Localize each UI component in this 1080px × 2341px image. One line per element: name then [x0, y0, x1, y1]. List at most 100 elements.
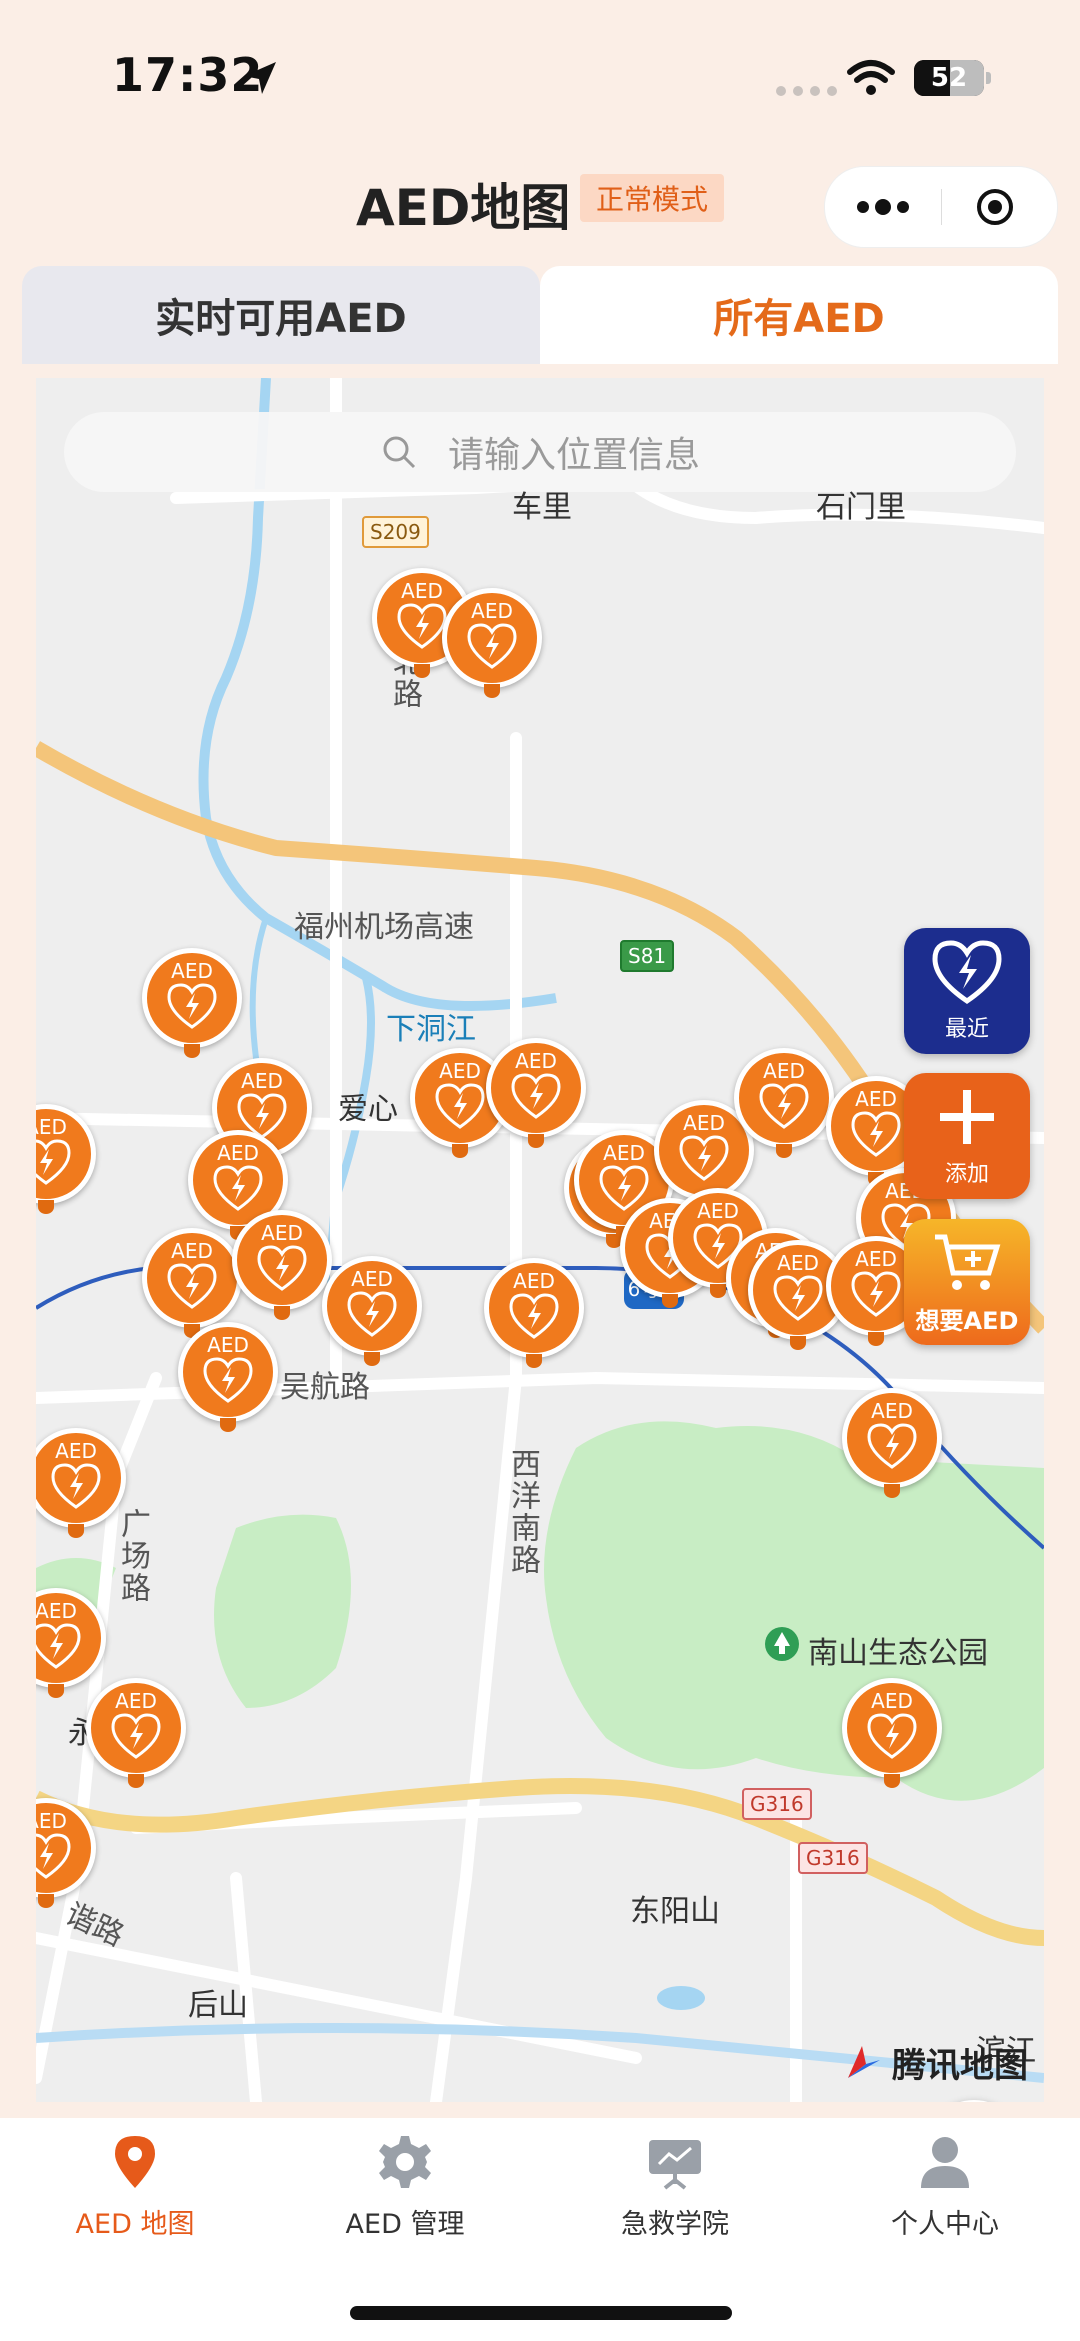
aed-pin[interactable]: AED: [484, 1258, 584, 1374]
plus-icon: [940, 1090, 994, 1144]
aed-pin[interactable]: AED: [36, 1798, 96, 1914]
aed-pin-label: AED: [55, 1439, 97, 1463]
aed-pin-label: AED: [171, 959, 213, 983]
heart-aed-icon: [932, 940, 1002, 1005]
aed-pin-label: AED: [513, 1269, 555, 1293]
want-aed-button[interactable]: 想要AED: [904, 1219, 1030, 1345]
aed-heart-icon: [467, 623, 517, 669]
signal-dots-icon: [776, 86, 837, 96]
nearest-label: 最近: [944, 1017, 989, 1042]
logo-text: 腾讯地图: [892, 2046, 1028, 2086]
aed-heart-icon: [435, 1083, 485, 1129]
map-label: 石门里: [816, 490, 906, 525]
aed-heart-icon: [851, 1111, 901, 1157]
aed-heart-icon: [511, 1073, 561, 1119]
aed-pin-label: AED: [515, 1049, 557, 1073]
aed-pin-label: AED: [261, 1221, 303, 1245]
aed-pin[interactable]: AED: [178, 1322, 278, 1438]
aed-pin-label: AED: [439, 1059, 481, 1083]
road-shield: S209: [362, 516, 429, 548]
aed-heart-icon: [203, 1357, 253, 1403]
aed-heart-icon: [257, 1245, 307, 1291]
aed-pin-label: AED: [763, 1059, 805, 1083]
aed-heart-icon: [36, 1833, 71, 1879]
aed-heart-icon: [773, 1275, 823, 1321]
map-label: 下洞江: [386, 1012, 476, 1047]
aed-pin-label: AED: [207, 1333, 249, 1357]
aed-heart-icon: [851, 1271, 901, 1317]
aed-pin-label: AED: [36, 1115, 67, 1139]
aed-pin-label: AED: [241, 1069, 283, 1093]
tab-label: 个人中心: [891, 2209, 999, 2240]
more-icon[interactable]: [855, 197, 911, 217]
aed-pin-label: AED: [401, 579, 443, 603]
aed-heart-icon: [51, 1463, 101, 1509]
tencent-map-logo: 腾讯地图: [842, 2038, 1028, 2087]
search-placeholder: 请输入位置信息: [447, 435, 700, 476]
location-arrow-icon: [244, 62, 276, 94]
search-icon: [383, 436, 416, 469]
presentation-icon: [649, 2140, 701, 2190]
wifi-icon: [847, 60, 895, 95]
tab-aed-map[interactable]: AED 地图: [0, 2132, 270, 2241]
aed-pin-label: AED: [777, 1251, 819, 1275]
tab-aed-manage[interactable]: AED 管理: [270, 2132, 540, 2241]
gear-icon: [379, 2136, 431, 2188]
aed-pin-label: AED: [855, 1247, 897, 1271]
tab-personal-center[interactable]: 个人中心: [810, 2132, 1080, 2241]
aed-pin[interactable]: AED: [842, 1388, 942, 1504]
aed-heart-icon: [397, 603, 447, 649]
mode-badge: 正常模式: [580, 174, 725, 222]
aed-pin[interactable]: AED: [36, 1104, 96, 1220]
page-title: AED地图: [356, 179, 571, 237]
aed-pin-label: AED: [171, 1239, 213, 1263]
aed-pin-label: AED: [871, 1399, 913, 1423]
add-label: 添加: [944, 1162, 989, 1187]
aed-heart-icon: [867, 1713, 917, 1759]
map-pin-icon: [115, 2136, 155, 2188]
aed-pin[interactable]: AED: [734, 1048, 834, 1164]
aed-pin-label: AED: [36, 1809, 67, 1833]
aed-heart-icon: [213, 1165, 263, 1211]
aed-heart-icon: [36, 1623, 81, 1669]
aed-pin[interactable]: AED: [232, 1210, 332, 1326]
aed-pin[interactable]: AED: [486, 1038, 586, 1154]
tab-live-aed[interactable]: 实时可用AED: [22, 266, 540, 364]
map-label: 车里: [512, 490, 572, 525]
aed-pin[interactable]: AED: [86, 1678, 186, 1794]
aed-heart-icon: [867, 1423, 917, 1469]
tab-first-aid-academy[interactable]: 急救学院: [540, 2132, 810, 2241]
map-label: 后山: [188, 1988, 248, 2023]
aed-pin[interactable]: AED: [142, 948, 242, 1064]
aed-pin[interactable]: AED: [442, 588, 542, 704]
road-shield: G316: [798, 1842, 868, 1874]
nearest-aed-button[interactable]: 最近: [904, 928, 1030, 1054]
aed-pin[interactable]: AED: [322, 1256, 422, 1372]
aed-pin-label: AED: [603, 1141, 645, 1165]
aed-heart-icon: [167, 1263, 217, 1309]
aed-pin-label: AED: [351, 1267, 393, 1291]
map-label: 西洋南路: [505, 1448, 540, 1576]
map-compass-icon: [848, 2045, 880, 2078]
aed-heart-icon: [36, 1139, 71, 1185]
road-shield: G316: [742, 1788, 812, 1820]
close-target-icon[interactable]: [975, 187, 1015, 227]
person-icon: [921, 2137, 969, 2188]
aed-pin-label: AED: [115, 1689, 157, 1713]
aed-heart-icon: [347, 1291, 397, 1337]
tab-label: 急救学院: [621, 2209, 729, 2240]
tab-all-aed[interactable]: 所有AED: [540, 266, 1058, 364]
aed-pin[interactable]: AED: [842, 1678, 942, 1794]
miniprogram-capsule: [824, 166, 1058, 248]
aed-heart-icon: [679, 1135, 729, 1181]
map-label: 南山生态公园: [808, 1636, 988, 1671]
park-icon: [765, 1627, 799, 1661]
want-label: 想要AED: [915, 1306, 1019, 1335]
add-aed-button[interactable]: 添加: [904, 1073, 1030, 1199]
aed-pin-label: AED: [683, 1111, 725, 1135]
aed-heart-icon: [167, 983, 217, 1029]
map-label: 福州机场高速: [294, 910, 474, 945]
map-view[interactable]: 请输入位置信息 车里 石门里 北路 福州机场高速 下洞江 爱心 吴航路 西洋南路…: [36, 378, 1044, 2102]
search-bar[interactable]: 请输入位置信息: [64, 412, 1016, 492]
aed-pin[interactable]: AED: [36, 1428, 126, 1544]
